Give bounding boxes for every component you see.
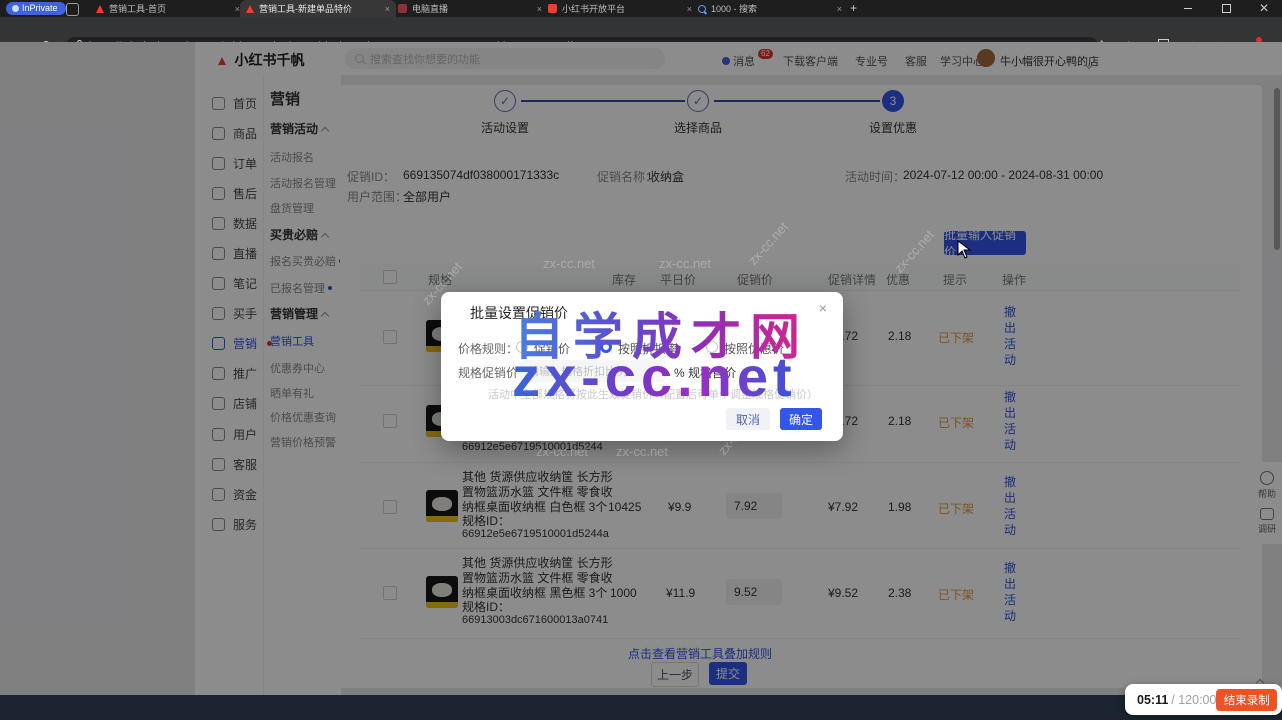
recording-time: 05:11 bbox=[1137, 693, 1168, 707]
profile-icon bbox=[12, 5, 19, 12]
browser-tabstrip: InPrivate 营销工具-首页 × 营销工具-新建单品特价 × 电脑直播 ×… bbox=[0, 0, 1282, 17]
recording-total: / 120:00 bbox=[1171, 693, 1216, 707]
minimize-button[interactable] bbox=[1170, 0, 1206, 17]
screen-recorder-bar: 05:11 / 120:00 结束录制 bbox=[1125, 684, 1282, 715]
xiaohongshu-ark-icon bbox=[246, 5, 254, 13]
tab-label: 营销工具-首页 bbox=[109, 2, 166, 15]
tab-search-1000[interactable]: 1000 - 搜索 × bbox=[692, 0, 848, 17]
xiaohongshu-ark-icon bbox=[96, 5, 104, 13]
watermark-text: zx-cc.net bbox=[616, 444, 668, 459]
tab-open-platform[interactable]: 小红书开放平台 × bbox=[542, 0, 698, 17]
price-rule-label: 价格规则： bbox=[458, 340, 518, 357]
new-tab-button[interactable]: + bbox=[850, 1, 857, 15]
watermark-big-site: zx-cc.net bbox=[512, 344, 797, 409]
stop-recording-button[interactable]: 结束录制 bbox=[1216, 689, 1277, 711]
search-icon bbox=[698, 5, 706, 13]
taskbar bbox=[0, 695, 1282, 720]
watermark-text: zx-cc.net bbox=[659, 256, 711, 271]
close-button[interactable]: × bbox=[1246, 0, 1282, 17]
watermark-text: zx-cc.net bbox=[543, 256, 595, 271]
watermark-text: zx-cc.net bbox=[536, 444, 588, 459]
inprivate-label: InPrivate bbox=[22, 2, 58, 15]
confirm-button[interactable]: 确定 bbox=[780, 408, 822, 430]
tab-marketing-home[interactable]: 营销工具-首页 × bbox=[90, 0, 246, 17]
tab-pc-live[interactable]: 电脑直播 × bbox=[392, 0, 548, 17]
browser-toolbar: ← ⟳ https://ark.xiaohongshu.com/ark/prom… bbox=[0, 17, 1282, 42]
tab-label: 小红书开放平台 bbox=[562, 2, 625, 15]
xiaohongshu-icon bbox=[548, 4, 557, 13]
maximize-button[interactable] bbox=[1208, 0, 1244, 17]
live-app-icon bbox=[398, 4, 407, 13]
tab-close-icon[interactable]: × bbox=[837, 4, 842, 14]
mouse-cursor bbox=[957, 240, 971, 260]
screen: InPrivate 营销工具-首页 × 营销工具-新建单品特价 × 电脑直播 ×… bbox=[0, 0, 1282, 720]
tab-label: 1000 - 搜索 bbox=[711, 2, 757, 15]
tab-close-icon[interactable]: × bbox=[385, 4, 390, 14]
inprivate-badge: InPrivate bbox=[6, 2, 66, 15]
workspaces-icon[interactable] bbox=[66, 3, 79, 16]
tab-new-special-price[interactable]: 营销工具-新建单品特价 × bbox=[240, 0, 396, 17]
tab-label: 营销工具-新建单品特价 bbox=[259, 2, 352, 15]
modal-close-icon[interactable]: × bbox=[819, 300, 827, 316]
tab-label: 电脑直播 bbox=[412, 2, 448, 15]
